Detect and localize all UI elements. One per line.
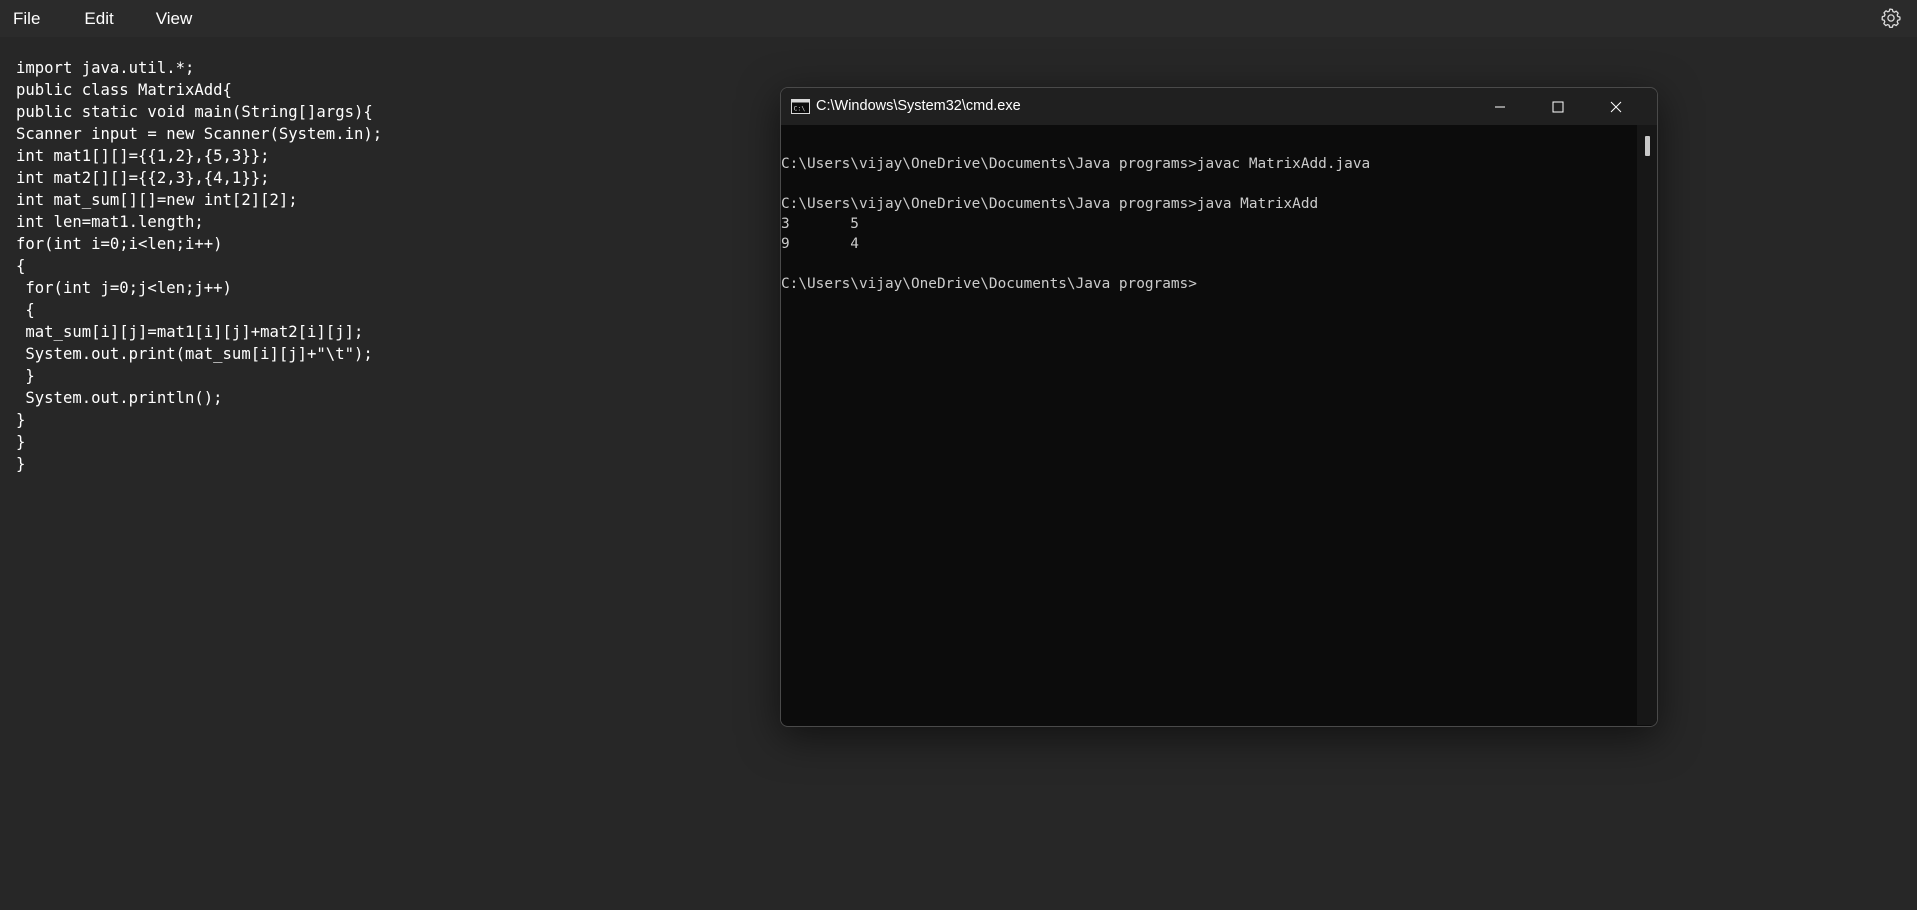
cmd-titlebar[interactable]: C:\ C:\Windows\System32\cmd.exe xyxy=(781,88,1657,125)
code-line: { xyxy=(16,257,26,275)
console-output[interactable]: C:\Users\vijay\OneDrive\Documents\Java p… xyxy=(781,125,1636,725)
code-line: import java.util.*; xyxy=(16,59,195,77)
svg-text:C:\: C:\ xyxy=(794,105,806,113)
code-line: public class MatrixAdd{ xyxy=(16,81,232,99)
code-line: } xyxy=(16,367,35,385)
menu-file[interactable]: File xyxy=(0,0,53,37)
menu-view[interactable]: View xyxy=(143,0,206,37)
code-line: int len=mat1.length; xyxy=(16,213,204,231)
console-line: C:\Users\vijay\OneDrive\Documents\Java p… xyxy=(781,156,1371,172)
console-line: C:\Users\vijay\OneDrive\Documents\Java p… xyxy=(781,196,1319,212)
console-prompt: C:\Users\vijay\OneDrive\Documents\Java p… xyxy=(781,276,1197,292)
code-content[interactable]: import java.util.*; public class MatrixAd… xyxy=(16,57,382,475)
console-line: 9 4 xyxy=(781,236,859,252)
gear-icon[interactable] xyxy=(1879,6,1903,30)
close-icon xyxy=(1610,101,1622,112)
scrollbar-thumb[interactable] xyxy=(1645,136,1650,156)
code-line: for(int i=0;i<len;i++) xyxy=(16,235,223,253)
console-text[interactable]: C:\Users\vijay\OneDrive\Documents\Java p… xyxy=(781,134,1370,294)
menu-bar: File Edit View xyxy=(0,0,1917,37)
code-line: System.out.println(); xyxy=(16,389,223,407)
maximize-button[interactable] xyxy=(1529,88,1587,125)
code-line: mat_sum[i][j]=mat1[i][j]+mat2[i][j]; xyxy=(16,323,364,341)
code-line: int mat1[][]={{1,2},{5,3}}; xyxy=(16,147,270,165)
code-line: Scanner input = new Scanner(System.in); xyxy=(16,125,383,143)
console-line: 3 5 xyxy=(781,216,859,232)
code-line: } xyxy=(16,455,26,473)
code-line: int mat2[][]={{2,3},{4,1}}; xyxy=(16,169,270,187)
vertical-scrollbar[interactable] xyxy=(1637,125,1657,725)
minimize-button[interactable] xyxy=(1471,88,1529,125)
maximize-icon xyxy=(1552,101,1564,112)
code-line: { xyxy=(16,301,35,319)
code-line: int mat_sum[][]=new int[2][2]; xyxy=(16,191,298,209)
code-line: System.out.print(mat_sum[i][j]+"\t"); xyxy=(16,345,373,363)
code-line: public static void main(String[]args){ xyxy=(16,103,373,121)
code-line: for(int j=0;j<len;j++) xyxy=(16,279,232,297)
minimize-icon xyxy=(1495,106,1505,107)
window-title: C:\Windows\System32\cmd.exe xyxy=(816,98,1021,114)
code-line: } xyxy=(16,411,26,429)
menu-edit[interactable]: Edit xyxy=(71,0,126,37)
code-line: } xyxy=(16,433,26,451)
cmd-window[interactable]: C:\ C:\Windows\System32\cmd.exe C:\Users… xyxy=(780,87,1658,727)
close-button[interactable] xyxy=(1587,88,1645,125)
cmd-icon: C:\ xyxy=(791,99,810,114)
